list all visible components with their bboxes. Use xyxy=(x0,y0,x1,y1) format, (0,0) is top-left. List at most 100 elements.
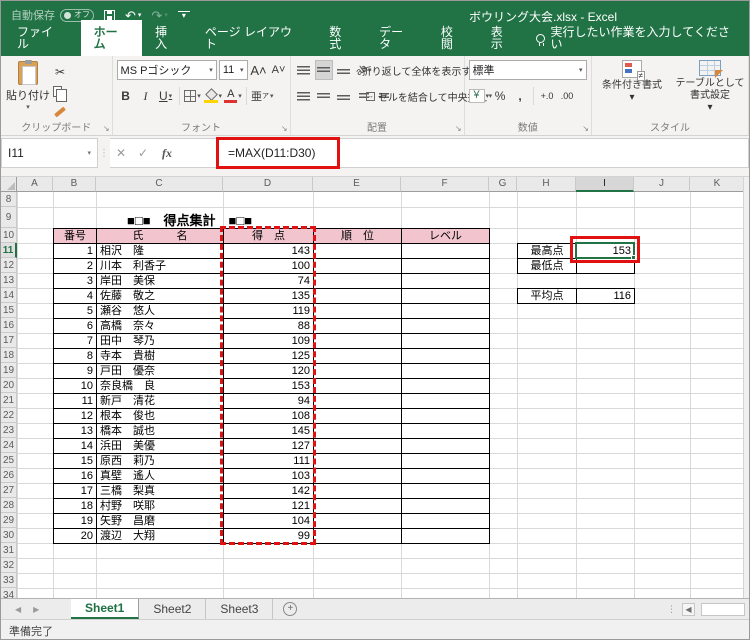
cell-B17[interactable]: 7 xyxy=(54,334,97,349)
row-header-33[interactable]: 33 xyxy=(1,573,17,588)
cell-E11[interactable] xyxy=(314,244,402,259)
column-header-H[interactable]: H xyxy=(517,177,576,192)
column-header-K[interactable]: K xyxy=(690,177,745,192)
cell-B11[interactable]: 1 xyxy=(54,244,97,259)
column-header-J[interactable]: J xyxy=(634,177,690,192)
align-right-button[interactable] xyxy=(335,86,353,106)
number-dialog-launcher[interactable]: ↘ xyxy=(582,124,589,133)
cell-F17[interactable] xyxy=(402,334,490,349)
row-header-14[interactable]: 14 xyxy=(1,288,17,303)
previous-sheet-button[interactable]: ◀ xyxy=(15,605,21,614)
cell-E15[interactable] xyxy=(314,304,402,319)
cell-F20[interactable] xyxy=(402,379,490,394)
ribbon-tab-数式[interactable]: 数式 xyxy=(316,20,366,56)
cell-C22[interactable]: 根本 俊也 xyxy=(97,409,224,424)
column-header-C[interactable]: C xyxy=(96,177,223,192)
format-as-table-button[interactable]: テーブルとして書式設定 ▾ xyxy=(674,60,746,121)
cell-B29[interactable]: 19 xyxy=(54,514,97,529)
row-header-31[interactable]: 31 xyxy=(1,543,17,558)
cell-F27[interactable] xyxy=(402,484,490,499)
cell-C16[interactable]: 高橋 奈々 xyxy=(97,319,224,334)
cell-E17[interactable] xyxy=(314,334,402,349)
cell-C18[interactable]: 寺本 貴樹 xyxy=(97,349,224,364)
underline-button[interactable]: U▾ xyxy=(157,86,175,106)
cell-E18[interactable] xyxy=(314,349,402,364)
cell-C24[interactable]: 浜田 美優 xyxy=(97,439,224,454)
row-header-24[interactable]: 24 xyxy=(1,438,17,453)
cell-F30[interactable] xyxy=(402,529,490,544)
cell-F19[interactable] xyxy=(402,364,490,379)
cell-F15[interactable] xyxy=(402,304,490,319)
cell-C14[interactable]: 佐藤 敬之 xyxy=(97,289,224,304)
comma-style-button[interactable]: , xyxy=(511,86,529,106)
align-middle-button[interactable] xyxy=(315,60,333,80)
phonetic-button[interactable]: 亜ア▾ xyxy=(251,86,274,106)
vertical-scrollbar[interactable] xyxy=(743,177,749,598)
cell-B20[interactable]: 10 xyxy=(54,379,97,394)
cell-C17[interactable]: 田中 琴乃 xyxy=(97,334,224,349)
sheet-tab-Sheet3[interactable]: Sheet3 xyxy=(206,599,273,619)
shrink-font-button[interactable]: A˅ xyxy=(270,60,288,80)
cell-B22[interactable]: 12 xyxy=(54,409,97,424)
cell-E26[interactable] xyxy=(314,469,402,484)
cell-C12[interactable]: 川本 利香子 xyxy=(97,259,224,274)
cell-B28[interactable]: 18 xyxy=(54,499,97,514)
cell-B24[interactable]: 14 xyxy=(54,439,97,454)
cell-E12[interactable] xyxy=(314,259,402,274)
cell-E14[interactable] xyxy=(314,289,402,304)
cell-C27[interactable]: 三橋 梨真 xyxy=(97,484,224,499)
cell-C29[interactable]: 矢野 昌磨 xyxy=(97,514,224,529)
cell-I14[interactable]: 116 xyxy=(577,289,635,304)
row-header-16[interactable]: 16 xyxy=(1,318,17,333)
decrease-decimal-button[interactable]: .00 xyxy=(558,86,576,106)
row-header-25[interactable]: 25 xyxy=(1,453,17,468)
grow-font-button[interactable]: A˄ xyxy=(250,60,268,80)
font-name-combo[interactable]: MS Pゴシック ▾ xyxy=(117,60,217,80)
cell-F22[interactable] xyxy=(402,409,490,424)
accounting-format-button[interactable]: ￥▾ xyxy=(469,86,490,106)
row-header-34[interactable]: 34 xyxy=(1,588,17,598)
cell-B23[interactable]: 13 xyxy=(54,424,97,439)
ribbon-tab-挿入[interactable]: 挿入 xyxy=(142,20,192,56)
cell-C11[interactable]: 相沢 隆 xyxy=(97,244,224,259)
tell-me-box[interactable]: 実行したい作業を入力してください xyxy=(528,20,749,56)
new-sheet-button[interactable]: + xyxy=(273,599,307,619)
cell-E19[interactable] xyxy=(314,364,402,379)
cell-C10[interactable]: 氏 名 xyxy=(97,229,224,244)
ribbon-tab-校閲[interactable]: 校閲 xyxy=(428,20,478,56)
cell-E20[interactable] xyxy=(314,379,402,394)
row-header-12[interactable]: 12 xyxy=(1,258,17,273)
fill-color-button[interactable]: ▾ xyxy=(204,86,223,106)
insert-function-button[interactable]: fx xyxy=(154,138,180,168)
row-header-30[interactable]: 30 xyxy=(1,528,17,543)
cell-F16[interactable] xyxy=(402,319,490,334)
cell-F13[interactable] xyxy=(402,274,490,289)
bold-button[interactable]: B xyxy=(117,86,135,106)
sheet-tab-Sheet1[interactable]: Sheet1 xyxy=(71,599,139,619)
cell-F29[interactable] xyxy=(402,514,490,529)
cell-H11[interactable]: 最高点 xyxy=(518,244,577,259)
enter-button[interactable]: ✓ xyxy=(132,138,154,168)
save-button[interactable] xyxy=(104,10,115,21)
cell-E25[interactable] xyxy=(314,454,402,469)
cell-E28[interactable] xyxy=(314,499,402,514)
cell-B14[interactable]: 4 xyxy=(54,289,97,304)
column-header-E[interactable]: E xyxy=(313,177,401,192)
cell-F28[interactable] xyxy=(402,499,490,514)
cell-E16[interactable] xyxy=(314,319,402,334)
cell-B27[interactable]: 17 xyxy=(54,484,97,499)
row-header-26[interactable]: 26 xyxy=(1,468,17,483)
cell-C23[interactable]: 橋本 誠也 xyxy=(97,424,224,439)
ribbon-tab-表示[interactable]: 表示 xyxy=(478,20,528,56)
cell-C21[interactable]: 新戸 清花 xyxy=(97,394,224,409)
cell-F18[interactable] xyxy=(402,349,490,364)
row-header-23[interactable]: 23 xyxy=(1,423,17,438)
scroll-left-button[interactable]: ◀ xyxy=(682,603,695,616)
cell-B30[interactable]: 20 xyxy=(54,529,97,544)
cell-H12[interactable]: 最低点 xyxy=(518,259,577,274)
cell-C19[interactable]: 戸田 優奈 xyxy=(97,364,224,379)
align-bottom-button[interactable] xyxy=(335,60,353,80)
cell-B25[interactable]: 15 xyxy=(54,454,97,469)
cell-B16[interactable]: 6 xyxy=(54,319,97,334)
cell-B19[interactable]: 9 xyxy=(54,364,97,379)
